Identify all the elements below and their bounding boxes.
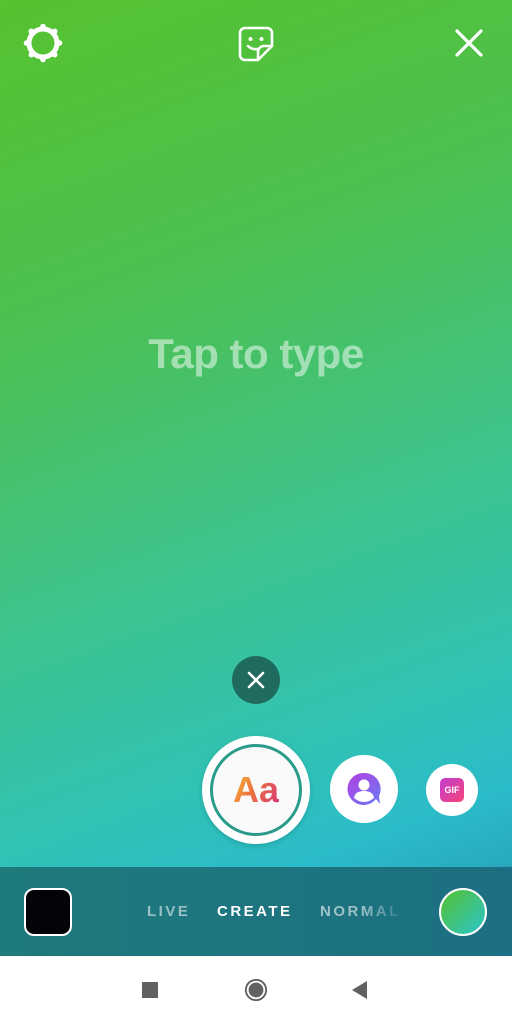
sticker-icon [238, 26, 274, 62]
triangle-back-icon [352, 981, 367, 999]
mode-live[interactable]: LIVE [147, 903, 190, 920]
back-button[interactable] [348, 978, 372, 1002]
square-icon [142, 982, 158, 998]
background-color-button[interactable] [439, 888, 487, 936]
gif-icon: GIF [440, 778, 464, 802]
gear-icon [23, 23, 63, 63]
mention-button[interactable] [330, 755, 398, 823]
mode-selector[interactable]: LIVE CREATE NORMAL [0, 903, 512, 923]
text-tool-button[interactable]: Aa [202, 736, 310, 844]
mention-icon [347, 772, 381, 805]
close-icon [455, 29, 483, 57]
mode-create[interactable]: CREATE [217, 903, 293, 920]
home-button[interactable] [244, 978, 268, 1002]
close-button[interactable] [448, 22, 490, 64]
sticker-button[interactable] [234, 22, 278, 66]
text-tool-ring: Aa [210, 744, 302, 836]
settings-button[interactable] [22, 22, 64, 64]
text-tool-label: Aa [232, 769, 280, 810]
close-icon [247, 671, 265, 689]
circle-icon [244, 978, 268, 1002]
mode-normal[interactable]: NORMAL [320, 903, 401, 920]
dismiss-tools-button[interactable] [232, 656, 280, 704]
tap-to-type-placeholder[interactable]: Tap to type [0, 330, 512, 378]
gif-button[interactable]: GIF [426, 764, 478, 816]
recents-button[interactable] [138, 978, 162, 1002]
